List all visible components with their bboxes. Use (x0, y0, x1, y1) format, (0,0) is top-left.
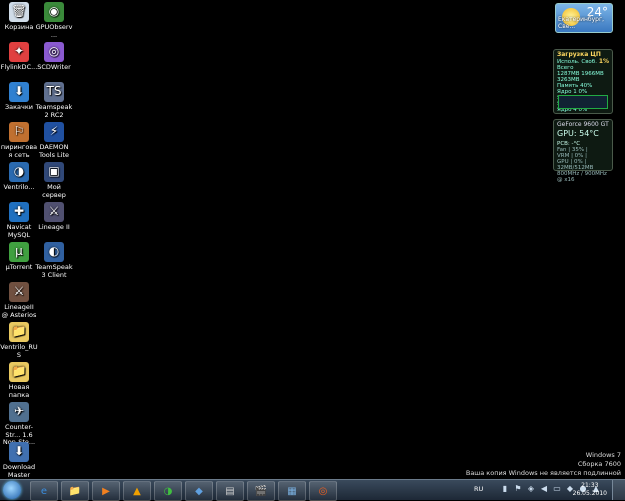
torrent-icon: µ (9, 242, 29, 262)
gpu-stats: Fan | 35% | VRM | 0% | GPU | 0% | 32MB/512M… (554, 147, 612, 183)
gpu-gadget[interactable]: GeForce 9600 GT GPU: 54°C PCB: -°C Fan |… (553, 119, 613, 183)
desktop-icon-navicat-mysql[interactable]: ✚ Navicat MySQL (0, 202, 38, 239)
download-master-icon: ⬇ (9, 442, 29, 462)
cpu-graph (558, 95, 608, 109)
desktop-icon-label: Ventrilo... (3, 183, 35, 191)
daemon-tools-lite-icon: ⚡ (44, 122, 64, 142)
desktop-icon-label: Teamspeak 2 RC2 (35, 103, 73, 119)
explorer-icon[interactable]: 📁 (61, 481, 89, 501)
gpu-stat-row: 800MHz / 900MHz @ x16 (557, 171, 607, 183)
lineageii-asterios-icon: ⚔ (9, 282, 29, 302)
ventrilo-icon: ◑ (9, 162, 29, 182)
desktop-icon-label: FlylinkDC... (0, 63, 38, 71)
cpu-percent: 1% (598, 58, 609, 65)
clock-date: 26.05.2010 (572, 489, 607, 497)
desktop-icon-корзина[interactable]: 🗑 Корзина (0, 2, 38, 32)
media-player-icon[interactable]: ▶ (92, 481, 120, 501)
desktop-icon-label: Download Master (2, 463, 36, 479)
desktop-icon-label: Закачки (4, 103, 34, 111)
firefox-icon[interactable]: ◎ (309, 481, 337, 501)
gpuobserv-icon: ◉ (44, 2, 64, 22)
taskbar: e 📁 ▶ ▲ ◑ ◆ ▤ 🎬 ▦ ◎ RU ▮ ⚑ ◈ ◀ ▭ ◆ ● ▲ 21:33 26.05.2010 (0, 479, 625, 501)
navicat-mysql-icon: ✚ (9, 202, 29, 222)
cpu-gadget-title: Загрузка ЦП 1% (554, 50, 612, 65)
clapper-icon[interactable]: 🎬 (247, 481, 275, 501)
desktop-icon-gpuobserv[interactable]: ◉ GPUObserv... (35, 2, 73, 39)
ie-icon[interactable]: e (30, 481, 58, 501)
корзина-icon: 🗑 (9, 2, 29, 22)
watermark-genuine: Ваша копия Windows не является подлинной (465, 469, 621, 477)
start-button[interactable] (3, 481, 21, 499)
desktop-icon-label: Мой сервер (42, 183, 66, 199)
gpu-temp: GPU: 54°C (557, 129, 599, 138)
flylinkdc-icon: ✦ (9, 42, 29, 62)
desktop-icon-teamspeak-2-rc2[interactable]: TS Teamspeak 2 RC2 (35, 82, 73, 119)
tray-volume-icon[interactable]: ◀ (539, 484, 549, 494)
clock[interactable]: 21:33 26.05.2010 (573, 482, 607, 497)
clock-time: 21:33 (581, 482, 599, 489)
desktop-icon-lineageii-asterios[interactable]: ⚔ LineageII @ Asterios (0, 282, 38, 319)
show-desktop-button[interactable] (612, 480, 625, 500)
aimp-icon[interactable]: ▲ (123, 481, 151, 501)
gpu-title: GeForce 9600 GT (557, 121, 609, 128)
ventrilo-rus-icon: 📁 (9, 322, 29, 342)
window-icon[interactable]: ▦ (278, 481, 306, 501)
desktop-icon-label: Ventrilo_RUS (0, 343, 38, 359)
desktop-icon-label: Новая папка (8, 383, 30, 399)
desktop-icon-counter-str-1-6-non-ste[interactable]: ✈Counter-Str... 1.6 Non-Ste... (0, 402, 38, 447)
desktop-icon-мой-сервер[interactable]: ▣ Мой сервер (35, 162, 73, 199)
gpu-temperature-line: GPU: 54°C PCB: -°C (554, 129, 612, 147)
teamspeak-2-rc2-icon: TS (44, 82, 64, 102)
desktop-icon-label: Корзина (4, 23, 34, 31)
desktop-icon-daemon-tools-lite[interactable]: ⚡ DAEMON Tools Lite (35, 122, 73, 159)
desktop-icon-label: LineageII @ Asterios (1, 303, 37, 319)
мой-сервер-icon: ▣ (44, 162, 64, 182)
desktop-icon-label: пиринговая сеть (0, 143, 38, 159)
ventrilo-icon[interactable]: ◑ (154, 481, 182, 501)
desktop-icon-label: µTorrent (5, 263, 33, 271)
tray-flag-icon[interactable]: ⚑ (513, 484, 523, 494)
новая-папка-icon: 📁 (9, 362, 29, 382)
desktop-icon-scdwriter[interactable]: ◎ SCDWriter (35, 42, 73, 72)
desktop-icon-flylinkdc[interactable]: ✦ FlylinkDC... (0, 42, 38, 72)
teamspeak-3-client-icon: ◐ (44, 242, 64, 262)
desktop-icon-label: GPUObserv... (35, 23, 73, 39)
desktop-icon-label: DAEMON Tools Lite (38, 143, 70, 159)
weather-city: Екатеринбург, Све... (558, 16, 605, 30)
lineage-ii-icon: ⚔ (44, 202, 64, 222)
desktop-icon-ventrilo[interactable]: ◑ Ventrilo... (0, 162, 38, 192)
desktop-icon-teamspeak-3-client[interactable]: ◐ TeamSpeak 3 Client (35, 242, 73, 279)
tray-monitor-icon[interactable]: ▭ (552, 484, 562, 494)
desktop-icon-пиринговая-сеть[interactable]: ⚐ пиринговая сеть (0, 122, 38, 159)
watermark-build: Сборка 7600 (577, 460, 621, 468)
desktop-icon-ventrilo-rus[interactable]: 📁 Ventrilo_RUS (0, 322, 38, 359)
app-icon[interactable]: ◆ (185, 481, 213, 501)
desktop-icon-label: Lineage II (38, 223, 70, 231)
watermark-os: Windows 7 (585, 451, 621, 459)
scdwriter-icon: ◎ (44, 42, 64, 62)
desktop-icon-download-master[interactable]: ⬇ Download Master (0, 442, 38, 479)
cpu-stat-row: 1287MB 1966MB 3263MB (557, 71, 604, 83)
desktop-icon-lineage-ii[interactable]: ⚔ Lineage II (35, 202, 73, 232)
desktop-icon-новая-папка[interactable]: 📁 Новая папка (0, 362, 38, 399)
cpu-title-text: Загрузка ЦП (557, 51, 601, 58)
app2-icon[interactable]: ▤ (216, 481, 244, 501)
tray-network-icon[interactable]: ▮ (500, 484, 510, 494)
tray-app-icon[interactable]: ◈ (526, 484, 536, 494)
desktop-icon-label: SCDWriter (37, 63, 71, 71)
cpu-usage-gadget[interactable]: Загрузка ЦП 1% Исполь. Своб. Всего 1287MB… (553, 49, 613, 114)
desktop-icon-label: Navicat MySQL (6, 223, 32, 239)
закачки-icon: ⬇ (9, 82, 29, 102)
пиринговая-сеть-icon: ⚐ (9, 122, 29, 142)
desktop-icon-label: TeamSpeak 3 Client (35, 263, 73, 279)
desktop-icon-закачки[interactable]: ⬇ Закачки (0, 82, 38, 112)
desktop-icon-torrent[interactable]: µ µTorrent (0, 242, 38, 272)
counter-str-1-6-non-ste-icon: ✈ (9, 402, 29, 422)
language-indicator[interactable]: RU (474, 485, 483, 493)
weather-gadget[interactable]: 24° Екатеринбург, Све... (555, 3, 613, 33)
windows-watermark: Windows 7 Сборка 7600 Ваша копия Windows… (466, 451, 621, 478)
